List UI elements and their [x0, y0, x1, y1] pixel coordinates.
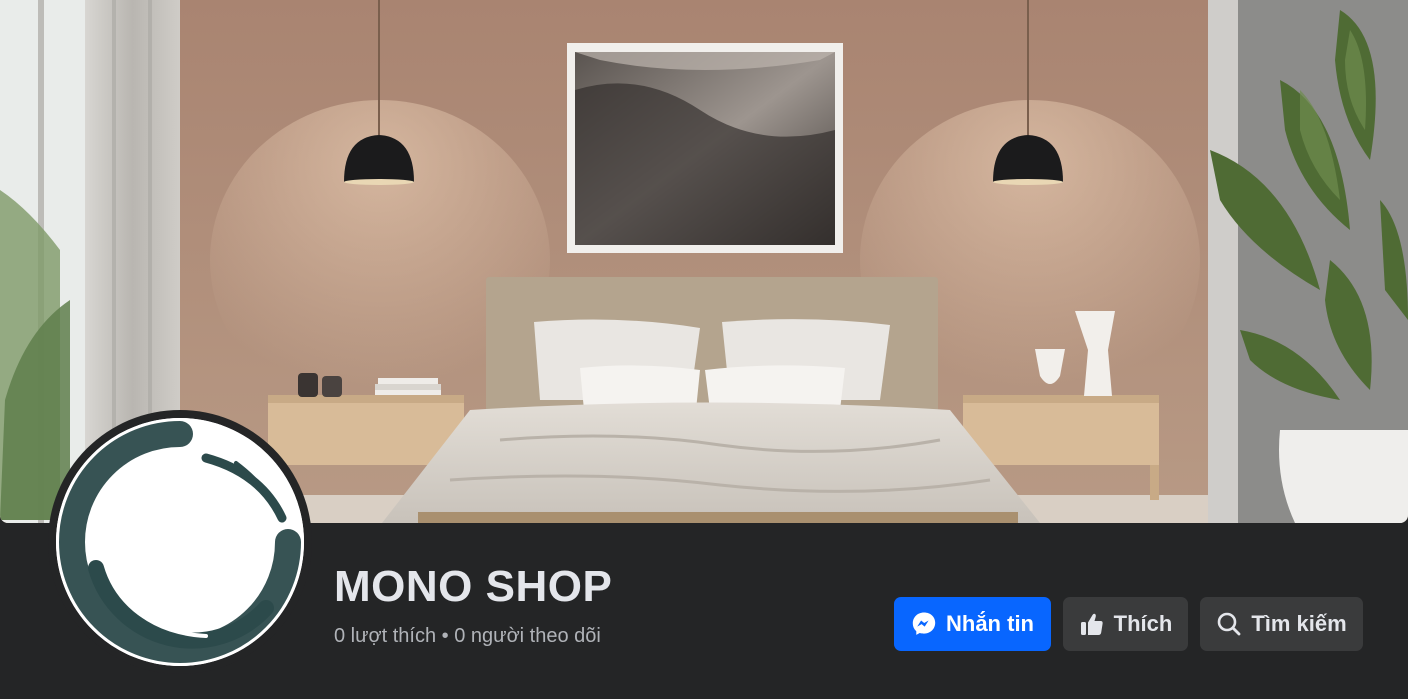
message-button-label: Nhắn tin [946, 611, 1034, 636]
like-button[interactable]: Thích [1063, 597, 1188, 651]
followers-count[interactable]: 0 người theo dõi [454, 625, 601, 647]
search-button[interactable]: Tìm kiếm [1200, 597, 1363, 651]
message-button[interactable]: Nhắn tin [894, 597, 1051, 651]
likes-count[interactable]: 0 lượt thích [334, 625, 436, 647]
page-title: MONO SHOP [334, 562, 613, 611]
search-icon [1216, 611, 1242, 637]
profile-picture[interactable] [56, 418, 304, 666]
page-stats: 0 lượt thích • 0 người theo dõi [334, 625, 601, 648]
search-button-label: Tìm kiếm [1251, 611, 1347, 636]
like-button-label: Thích [1113, 611, 1173, 636]
thumbs-up-icon [1079, 611, 1105, 637]
brush-circle-logo-icon [56, 418, 304, 666]
stats-separator: • [441, 625, 449, 647]
messenger-icon [911, 611, 937, 637]
